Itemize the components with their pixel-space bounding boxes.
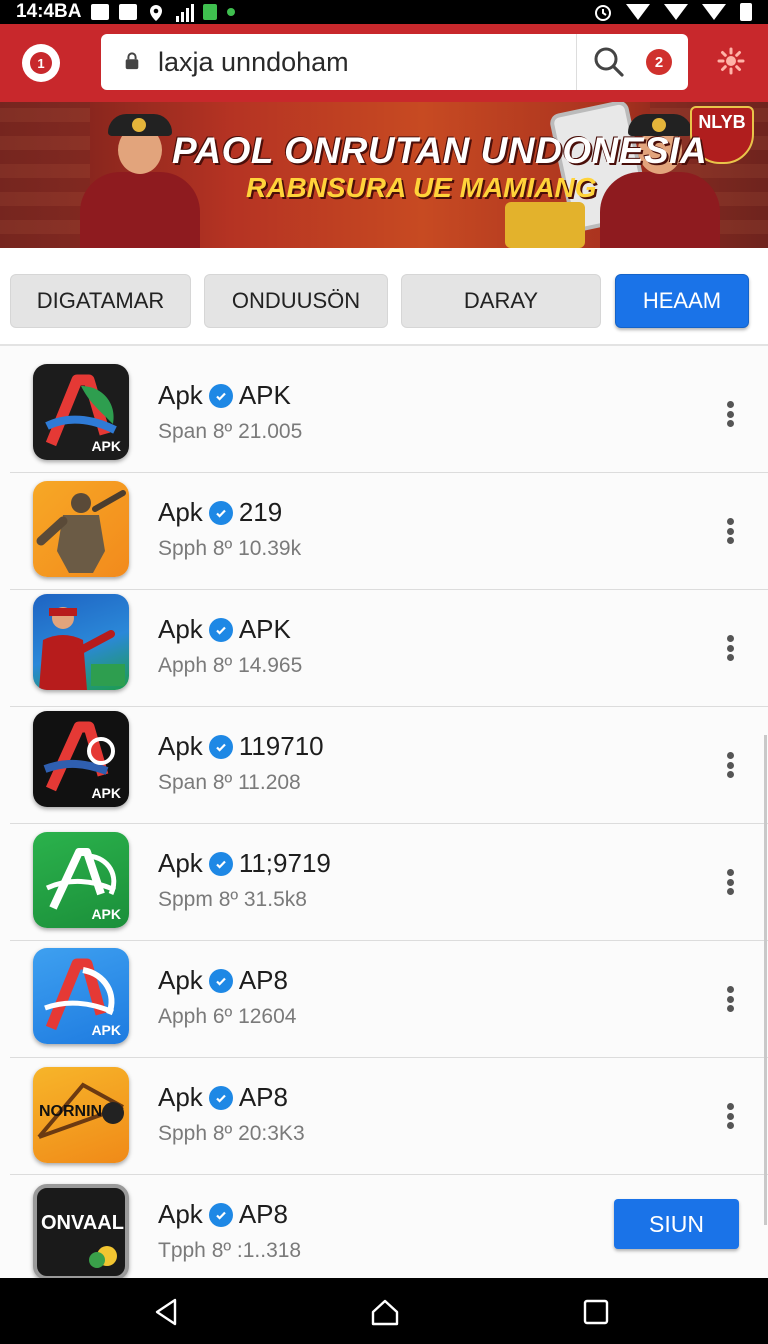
app-title: Apk AP8 [158, 965, 288, 995]
app-meta: Tpph 8º :1..318 [158, 1239, 302, 1262]
verified-icon [208, 383, 233, 408]
app-meta: Apph 8º 14.965 [158, 654, 303, 677]
data-icon [702, 4, 726, 20]
notification-count-badge[interactable]: 2 [646, 49, 672, 75]
app-logo[interactable]: 1 [22, 44, 60, 82]
more-options-icon[interactable] [716, 513, 744, 549]
list-item[interactable]: APK Apk 11;9719 Sppm 8º 31.5k8 [10, 824, 768, 941]
banner-subtitle: RABNSURA UE MAMIANG [246, 172, 597, 203]
charging-icon [203, 4, 218, 20]
app-title: Apk AP8 [158, 1199, 288, 1229]
top-bar: 1 laxja unndoham 2 [0, 24, 768, 102]
app-title: Apk APK [158, 380, 291, 410]
list-item[interactable]: Apk APK Apph 8º 14.965 [10, 590, 768, 707]
search-divider [576, 34, 577, 90]
list-item[interactable]: APK Apk APK Span 8º 21.005 [10, 356, 768, 473]
verified-icon [208, 851, 233, 876]
category-tabs: DIGATAMAR ONDUUSÖN DARAY HEAAM [0, 248, 768, 346]
app-meta: Span 8º 21.005 [158, 420, 303, 443]
app-meta: Span 8º 11.208 [158, 771, 301, 794]
more-options-icon[interactable] [716, 1098, 744, 1134]
machine-image [505, 202, 585, 248]
more-options-icon[interactable] [716, 864, 744, 900]
onvaal-game-icon: ONVAAL [33, 1184, 129, 1280]
scrollbar[interactable] [764, 735, 767, 1225]
app-meta: Sppm 8º 31.5k8 [158, 888, 307, 911]
tab-daray[interactable]: DARAY [401, 274, 601, 328]
location-icon [147, 4, 165, 21]
gear-icon[interactable] [716, 46, 746, 76]
verified-icon [208, 617, 233, 642]
notification-icon [119, 4, 138, 20]
more-options-icon[interactable] [716, 630, 744, 666]
verified-icon [208, 968, 233, 993]
more-options-icon[interactable] [716, 396, 744, 432]
battery-icon [740, 3, 752, 21]
app-title: Apk AP8 [158, 1082, 288, 1112]
lock-icon [125, 52, 139, 70]
app-meta: Spph 8º 20:3K3 [158, 1122, 305, 1145]
list-item[interactable]: APK Apk AP8 Apph 6º 12604 [10, 941, 768, 1058]
apk-blue-icon: APK [33, 948, 129, 1044]
tab-onduuson[interactable]: ONDUUSÖN [204, 274, 388, 328]
app-title: Apk 11;9719 [158, 848, 331, 878]
alarm-icon [594, 4, 612, 21]
app-meta: Apph 6º 12604 [158, 1005, 297, 1028]
search-input[interactable]: laxja unndoham [158, 47, 349, 78]
logo-badge: 1 [30, 52, 52, 74]
nornin-game-icon: NORNIN [33, 1067, 129, 1163]
officer-poster-icon [33, 594, 129, 690]
promo-banner[interactable]: NLYB PAOL ONRUTAN UNDONESIA RABNSURA UE … [0, 102, 768, 248]
status-dot-icon [227, 8, 236, 16]
home-icon[interactable] [369, 1296, 401, 1328]
list-item[interactable]: Apk 219 Spph 8º 10.39k [10, 473, 768, 590]
search-bar[interactable]: laxja unndoham 2 [101, 34, 688, 90]
app-title: Apk 119710 [158, 731, 324, 761]
apk-letter-a-dark-icon: APK [33, 364, 129, 460]
tab-heaam[interactable]: HEAAM [615, 274, 749, 328]
banner-title: PAOL ONRUTAN UNDONESIA [172, 130, 708, 171]
verified-icon [208, 1085, 233, 1110]
wifi-icon [626, 4, 650, 20]
verified-icon [208, 1202, 233, 1227]
status-time: 14:4BA [16, 1, 82, 22]
app-list: APK Apk APK Span 8º 21.005 Apk 219 Spph … [0, 346, 768, 1280]
verified-icon [208, 734, 233, 759]
shield-text: NLYB [698, 112, 746, 132]
app-meta: Spph 8º 10.39k [158, 537, 302, 560]
apk-letter-a-black-icon: APK [33, 711, 129, 807]
apk-green-icon: APK [33, 832, 129, 928]
list-item[interactable]: APK Apk 119710 Span 8º 11.208 [10, 707, 768, 824]
tab-digatamar[interactable]: DIGATAMAR [10, 274, 191, 328]
search-icon[interactable] [591, 44, 627, 80]
more-options-icon[interactable] [716, 747, 744, 783]
more-options-icon[interactable] [716, 981, 744, 1017]
cellular-icon [664, 4, 688, 20]
system-navigation-bar [0, 1278, 768, 1344]
verified-icon [208, 500, 233, 525]
back-icon[interactable] [151, 1296, 183, 1328]
signal-icon [175, 4, 195, 22]
app-title: Apk 219 [158, 497, 283, 527]
calendar-icon [91, 4, 110, 20]
statue-game-icon [33, 481, 129, 577]
status-bar: 14:4BA [0, 0, 768, 24]
list-item[interactable]: NORNIN Apk AP8 Spph 8º 20:3K3 [10, 1058, 768, 1175]
recent-apps-icon[interactable] [580, 1296, 612, 1328]
sign-in-button[interactable]: SIUN [614, 1199, 739, 1249]
app-title: Apk APK [158, 614, 291, 644]
